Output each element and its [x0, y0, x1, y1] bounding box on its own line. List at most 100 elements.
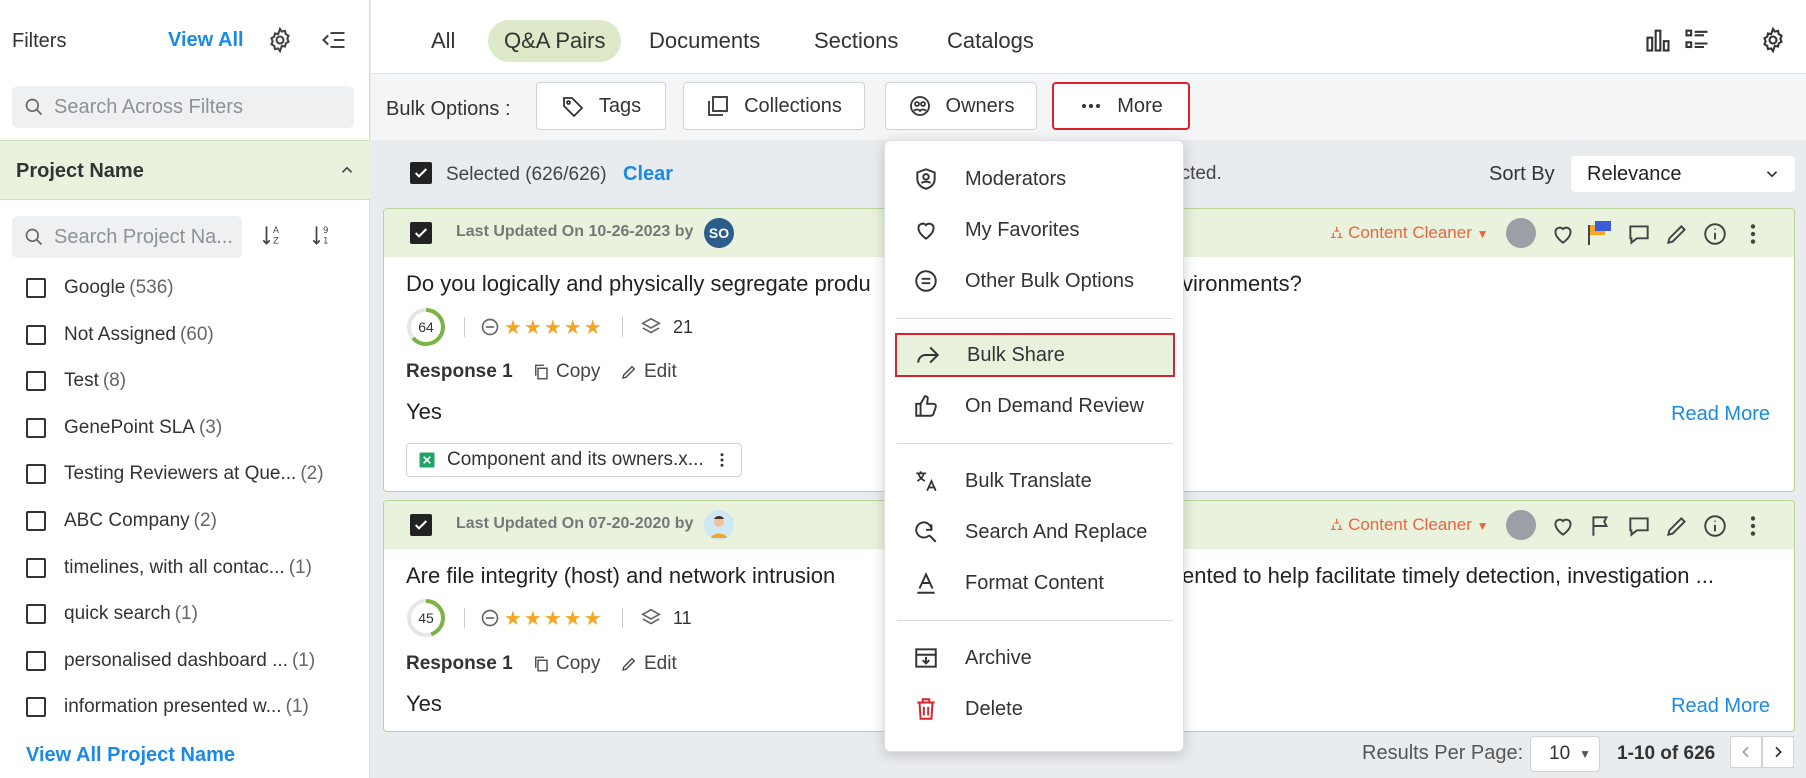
- tags-button[interactable]: Tags: [536, 82, 666, 130]
- menu-item-other-bulk-options[interactable]: Other Bulk Options: [895, 259, 1175, 303]
- project-filter-checkbox[interactable]: [26, 557, 46, 578]
- comment-icon[interactable]: [1626, 513, 1652, 539]
- next-page-button[interactable]: [1762, 736, 1794, 768]
- card-checkbox[interactable]: [410, 222, 432, 244]
- menu-divider: [897, 443, 1173, 444]
- kebab-menu-icon[interactable]: [1740, 513, 1766, 539]
- results-per-page-select[interactable]: 10 ▼: [1530, 736, 1600, 772]
- pencil-icon[interactable]: [1664, 221, 1690, 247]
- project-filter-item[interactable]: Google (536): [26, 273, 174, 303]
- project-filter-item[interactable]: Testing Reviewers at Que... (2): [26, 459, 324, 489]
- kebab-menu-icon[interactable]: [713, 451, 731, 469]
- menu-item-bulk-translate[interactable]: Bulk Translate: [895, 459, 1175, 503]
- flags-icon[interactable]: [1585, 219, 1617, 247]
- project-name-section-header[interactable]: Project Name: [0, 140, 370, 200]
- question-text[interactable]: Are file integrity (host) and network in…: [406, 563, 835, 589]
- tab-qa-pairs[interactable]: Q&A Pairs: [488, 20, 622, 62]
- pencil-icon[interactable]: [1664, 513, 1690, 539]
- avatar[interactable]: [704, 510, 734, 540]
- project-filter-checkbox[interactable]: [26, 324, 46, 345]
- read-more-link[interactable]: Read More: [1671, 403, 1770, 426]
- menu-item-bulk-share[interactable]: Bulk Share: [895, 333, 1175, 377]
- menu-item-my-favorites[interactable]: My Favorites: [895, 208, 1175, 252]
- info-icon[interactable]: [1702, 221, 1728, 247]
- chevron-up-icon[interactable]: [338, 161, 356, 179]
- question-text-continued: vironments?: [1182, 271, 1302, 296]
- search-icon: [25, 228, 43, 246]
- project-filter-item[interactable]: quick search (1): [26, 599, 198, 629]
- menu-item-on-demand-review[interactable]: On Demand Review: [895, 384, 1175, 428]
- project-filter-label: Test: [64, 370, 99, 392]
- attachment-chip[interactable]: Component and its owners.x...: [406, 443, 742, 477]
- project-filter-checkbox[interactable]: [26, 697, 46, 718]
- thumbs-up-icon: [915, 395, 937, 417]
- project-filter-item[interactable]: information presented w... (1): [26, 692, 309, 722]
- project-filter-checkbox[interactable]: [26, 604, 46, 625]
- project-filter-item[interactable]: timelines, with all contac... (1): [26, 553, 312, 583]
- content-cleaner-dropdown[interactable]: ⛼ Content Cleaner ▼: [1330, 515, 1489, 537]
- flag-icon[interactable]: [1588, 513, 1614, 539]
- project-filter-item[interactable]: Test (8): [26, 366, 126, 396]
- project-filter-item[interactable]: ABC Company (2): [26, 506, 217, 536]
- add-user-icon[interactable]: [1506, 510, 1536, 540]
- more-button[interactable]: More: [1052, 82, 1190, 130]
- menu-item-search-and-replace[interactable]: Search And Replace: [895, 510, 1175, 554]
- content-cleaner-label: Content Cleaner: [1348, 223, 1472, 242]
- info-icon[interactable]: [1702, 513, 1728, 539]
- bar-chart-icon[interactable]: [1644, 26, 1674, 56]
- menu-item-format-content[interactable]: Format Content: [895, 561, 1175, 605]
- sort-numeric-icon[interactable]: 91: [310, 222, 340, 252]
- avatar[interactable]: SO: [704, 218, 734, 248]
- collections-button[interactable]: Collections: [683, 82, 865, 130]
- view-all-project-name-link[interactable]: View All Project Name: [26, 744, 235, 767]
- kebab-menu-icon[interactable]: [1740, 221, 1766, 247]
- read-more-link[interactable]: Read More: [1671, 695, 1770, 718]
- content-cleaner-dropdown[interactable]: ⛼ Content Cleaner ▼: [1330, 223, 1489, 245]
- previous-page-button[interactable]: [1730, 736, 1762, 768]
- copy-button[interactable]: Copy: [532, 653, 600, 675]
- project-filter-checkbox[interactable]: [26, 417, 46, 438]
- clear-selection-link[interactable]: Clear: [623, 163, 673, 186]
- archive-icon: [915, 648, 937, 668]
- tag-icon: [562, 97, 584, 118]
- project-filter-item[interactable]: personalised dashboard ... (1): [26, 646, 315, 676]
- owners-label: Owners: [945, 94, 1015, 117]
- add-user-icon[interactable]: [1506, 218, 1536, 248]
- select-all-checkbox[interactable]: [410, 162, 432, 184]
- tab-sections[interactable]: Sections: [798, 20, 914, 62]
- project-filter-item[interactable]: GenePoint SLA (3): [26, 413, 222, 443]
- settings-gear-icon[interactable]: [1759, 26, 1789, 56]
- project-filter-item[interactable]: Not Assigned (60): [26, 320, 214, 350]
- tab-all[interactable]: All: [415, 20, 471, 62]
- menu-item-archive[interactable]: Archive: [895, 636, 1175, 680]
- heart-icon[interactable]: [1550, 513, 1576, 539]
- edit-icon: [622, 365, 636, 379]
- project-name-search-input[interactable]: Search Project Na...: [12, 216, 242, 258]
- edit-button[interactable]: Edit: [620, 361, 677, 383]
- project-filter-label: timelines, with all contac...: [64, 556, 285, 578]
- card-checkbox[interactable]: [410, 514, 432, 536]
- project-filter-checkbox[interactable]: [26, 371, 46, 392]
- collapse-sidebar-icon[interactable]: [320, 26, 350, 56]
- question-text[interactable]: Do you logically and physically segregat…: [406, 271, 871, 297]
- tab-catalogs[interactable]: Catalogs: [931, 20, 1050, 62]
- tab-documents[interactable]: Documents: [633, 20, 776, 62]
- attachment-name: Component and its owners.x...: [447, 449, 704, 470]
- filter-settings-icon[interactable]: [266, 26, 296, 56]
- view-all-filters-link[interactable]: View All: [168, 29, 244, 52]
- heart-icon[interactable]: [1550, 221, 1576, 247]
- owners-button[interactable]: Owners: [885, 82, 1037, 130]
- project-filter-checkbox[interactable]: [26, 278, 46, 298]
- sort-alpha-icon[interactable]: AZ: [260, 222, 290, 252]
- comment-icon[interactable]: [1626, 221, 1652, 247]
- project-filter-checkbox[interactable]: [26, 511, 46, 531]
- filters-search-input[interactable]: Search Across Filters: [12, 86, 354, 128]
- copy-button[interactable]: Copy: [532, 361, 600, 383]
- project-filter-checkbox[interactable]: [26, 464, 46, 485]
- sort-by-select[interactable]: Relevance: [1571, 156, 1795, 192]
- project-filter-checkbox[interactable]: [26, 650, 46, 671]
- menu-item-moderators[interactable]: Moderators: [895, 157, 1175, 201]
- list-view-icon[interactable]: [1683, 26, 1713, 56]
- edit-button[interactable]: Edit: [620, 653, 677, 675]
- menu-item-delete[interactable]: Delete: [895, 687, 1175, 731]
